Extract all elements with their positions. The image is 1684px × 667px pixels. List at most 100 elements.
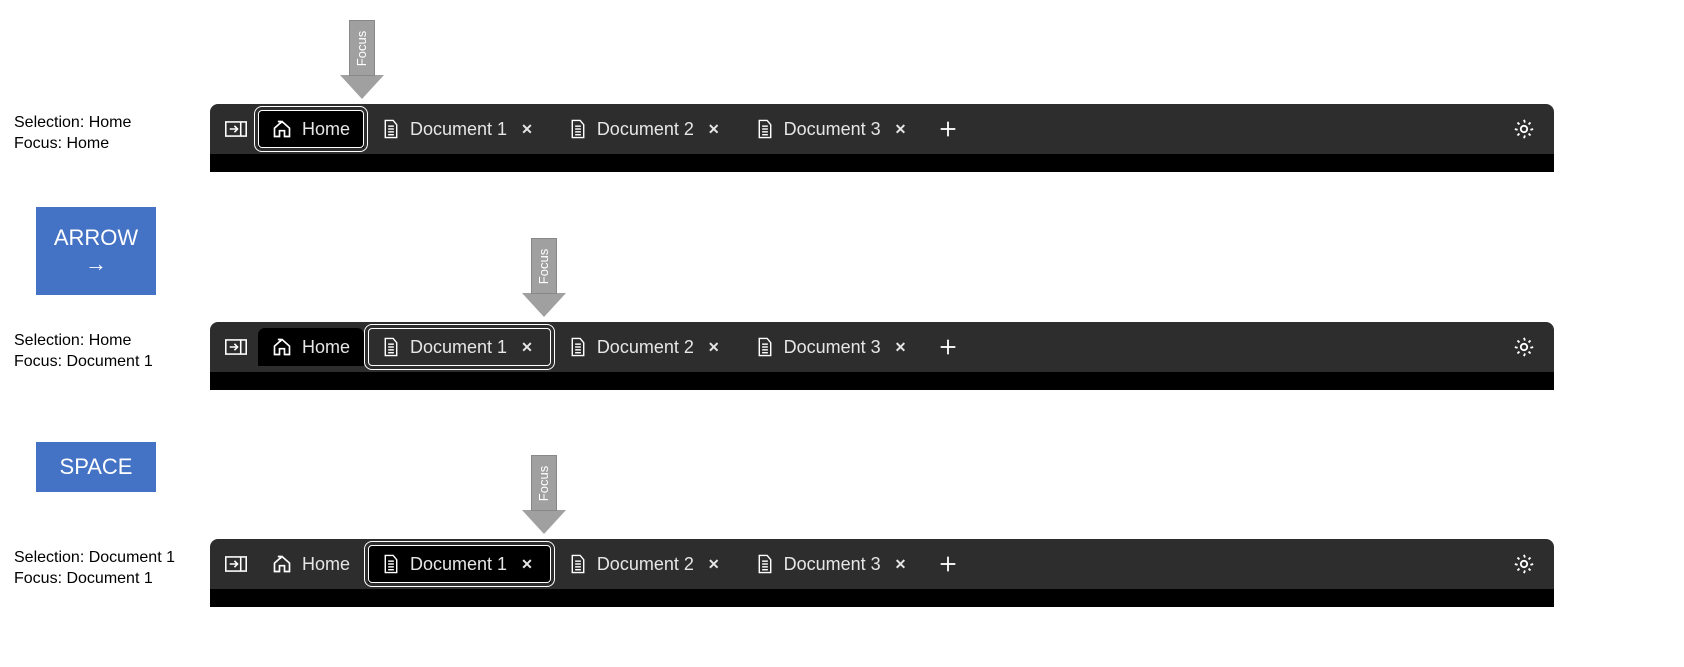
tab-document-3[interactable]: Document 3 ✕ (742, 110, 925, 148)
close-tab-button[interactable]: ✕ (517, 554, 537, 575)
collapse-icon (225, 120, 247, 138)
tab-document-3[interactable]: Document 3 ✕ (742, 545, 925, 583)
document-icon (569, 337, 587, 357)
close-icon: ✕ (521, 556, 533, 572)
focus-indicator-arrow: Focus (340, 20, 384, 99)
tab-home[interactable]: Home (258, 328, 364, 366)
document-icon (756, 337, 774, 357)
focus-arrow-shaft: Focus (531, 238, 557, 294)
close-icon: ✕ (521, 339, 533, 355)
close-icon: ✕ (895, 339, 907, 355)
tab-content-strip (210, 589, 1554, 607)
document-icon (382, 119, 400, 139)
tab-strip: Home Document 1 ✕ Document 2 ✕ Document 3 ✕ (210, 104, 1554, 154)
gear-icon (1513, 336, 1535, 358)
focus-arrow-head (340, 75, 384, 99)
tab-label: Document 3 (784, 119, 881, 140)
focus-arrow-label: Focus (355, 30, 370, 65)
home-icon (272, 337, 292, 357)
close-tab-button[interactable]: ✕ (517, 337, 537, 358)
tab-bar: Home Document 1 ✕ Document 2 ✕ Document 3 ✕ (210, 539, 1554, 607)
key-label: → (85, 251, 107, 277)
selection-status: Selection: Home (14, 113, 131, 134)
collapse-icon (225, 555, 247, 573)
tab-label: Document 2 (597, 119, 694, 140)
tab-label: Document 2 (597, 337, 694, 358)
document-icon (382, 554, 400, 574)
gear-icon (1513, 553, 1535, 575)
settings-button[interactable] (1506, 329, 1542, 365)
state-description: Selection: HomeFocus: Home (14, 113, 131, 155)
close-tab-button[interactable]: ✕ (891, 119, 911, 140)
tab-document-1[interactable]: Document 1 ✕ (368, 328, 551, 366)
focus-arrow-head (522, 293, 566, 317)
close-tab-button[interactable]: ✕ (704, 119, 724, 140)
collapse-panel-button[interactable] (218, 111, 254, 147)
close-tab-button[interactable]: ✕ (704, 337, 724, 358)
tab-label: Home (302, 119, 350, 140)
document-icon (569, 554, 587, 574)
home-icon (272, 119, 292, 139)
selection-status: Selection: Home (14, 331, 153, 352)
tab-label: Home (302, 554, 350, 575)
tab-label: Home (302, 337, 350, 358)
document-icon (756, 119, 774, 139)
close-icon: ✕ (895, 556, 907, 572)
close-tab-button[interactable]: ✕ (891, 554, 911, 575)
tab-document-2[interactable]: Document 2 ✕ (555, 545, 738, 583)
key-label: ARROW (54, 225, 138, 251)
close-icon: ✕ (708, 121, 720, 137)
close-icon: ✕ (521, 121, 533, 137)
focus-indicator-arrow: Focus (522, 455, 566, 534)
tab-document-3[interactable]: Document 3 ✕ (742, 328, 925, 366)
key-label: SPACE (60, 454, 133, 480)
tab-content-strip (210, 372, 1554, 390)
tab-label: Document 2 (597, 554, 694, 575)
focus-arrow-label: Focus (537, 248, 552, 283)
tab-label: Document 1 (410, 554, 507, 575)
tab-bar: Home Document 1 ✕ Document 2 ✕ Document 3 ✕ (210, 322, 1554, 390)
settings-button[interactable] (1506, 546, 1542, 582)
tab-document-1[interactable]: Document 1 ✕ (368, 110, 551, 148)
settings-button[interactable] (1506, 111, 1542, 147)
tab-home[interactable]: Home (258, 545, 364, 583)
close-tab-button[interactable]: ✕ (891, 337, 911, 358)
document-icon (569, 119, 587, 139)
keyboard-key-badge: ARROW→ (36, 207, 156, 295)
tab-home[interactable]: Home (258, 110, 364, 148)
close-tab-button[interactable]: ✕ (517, 119, 537, 140)
collapse-icon (225, 338, 247, 356)
collapse-panel-button[interactable] (218, 546, 254, 582)
tab-label: Document 1 (410, 337, 507, 358)
new-tab-button[interactable] (928, 544, 968, 584)
tab-label: Document 1 (410, 119, 507, 140)
tab-label: Document 3 (784, 337, 881, 358)
plus-icon (937, 118, 959, 140)
focus-indicator-arrow: Focus (522, 238, 566, 317)
document-icon (382, 337, 400, 357)
gear-icon (1513, 118, 1535, 140)
focus-arrow-label: Focus (537, 465, 552, 500)
new-tab-button[interactable] (928, 109, 968, 149)
close-icon: ✕ (708, 556, 720, 572)
tab-strip: Home Document 1 ✕ Document 2 ✕ Document 3 ✕ (210, 539, 1554, 589)
tab-strip: Home Document 1 ✕ Document 2 ✕ Document 3 ✕ (210, 322, 1554, 372)
state-description: Selection: Document 1Focus: Document 1 (14, 548, 175, 590)
document-icon (756, 554, 774, 574)
focus-arrow-shaft: Focus (531, 455, 557, 511)
tab-document-1[interactable]: Document 1 ✕ (368, 545, 551, 583)
keyboard-key-badge: SPACE (36, 442, 156, 492)
close-tab-button[interactable]: ✕ (704, 554, 724, 575)
tab-content-strip (210, 154, 1554, 172)
tab-document-2[interactable]: Document 2 ✕ (555, 110, 738, 148)
close-icon: ✕ (708, 339, 720, 355)
home-icon (272, 554, 292, 574)
focus-status: Focus: Home (14, 134, 131, 155)
collapse-panel-button[interactable] (218, 329, 254, 365)
tab-bar: Home Document 1 ✕ Document 2 ✕ Document 3 ✕ (210, 104, 1554, 172)
tab-label: Document 3 (784, 554, 881, 575)
selection-status: Selection: Document 1 (14, 548, 175, 569)
new-tab-button[interactable] (928, 327, 968, 367)
tab-document-2[interactable]: Document 2 ✕ (555, 328, 738, 366)
focus-arrow-head (522, 510, 566, 534)
